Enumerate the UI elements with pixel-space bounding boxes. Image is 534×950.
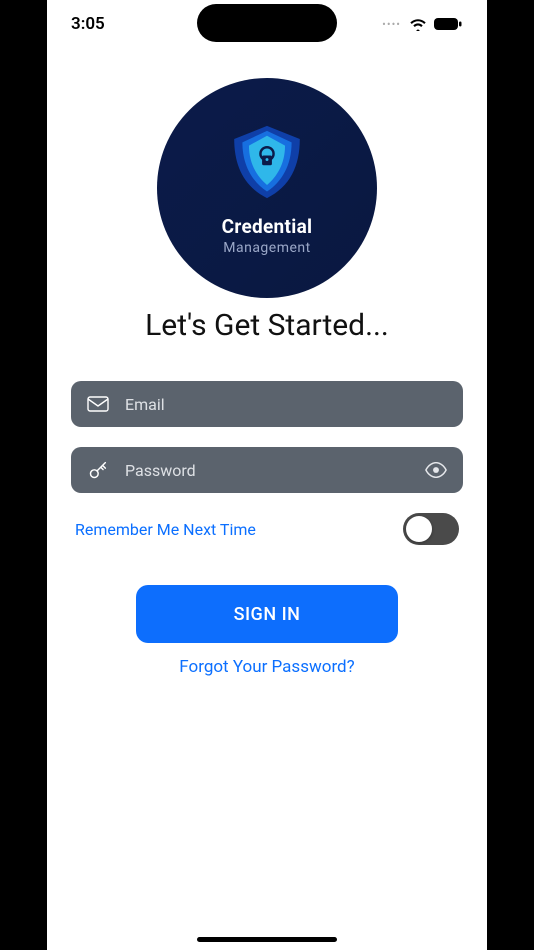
content: Credential Management Let's Get Started.… [47, 48, 487, 677]
key-icon [87, 459, 109, 481]
remember-label: Remember Me Next Time [75, 520, 256, 539]
email-row[interactable] [71, 381, 463, 427]
home-indicator[interactable] [197, 937, 337, 942]
remember-toggle[interactable] [403, 513, 459, 545]
page-heading: Let's Get Started... [145, 308, 389, 343]
battery-icon [433, 17, 463, 31]
remember-row: Remember Me Next Time [71, 513, 463, 545]
phone-screen: 3:05 •••• [47, 0, 487, 950]
login-form: Remember Me Next Time SIGN IN Forgot You… [67, 381, 467, 677]
shield-icon [226, 121, 308, 203]
password-input[interactable] [125, 461, 409, 480]
toggle-knob [406, 516, 432, 542]
forgot-password-link[interactable]: Forgot Your Password? [71, 657, 463, 677]
password-row[interactable] [71, 447, 463, 493]
eye-icon[interactable] [425, 459, 447, 481]
status-right: •••• [382, 17, 463, 31]
brand-subtitle: Management [223, 240, 310, 256]
status-time: 3:05 [71, 14, 105, 34]
email-input[interactable] [125, 395, 447, 414]
dynamic-island [197, 4, 337, 42]
brand-title: Credential [222, 215, 313, 238]
mail-icon [87, 393, 109, 415]
status-bar: 3:05 •••• [47, 0, 487, 48]
wifi-icon [409, 17, 427, 31]
app-logo: Credential Management [157, 78, 377, 298]
signin-button[interactable]: SIGN IN [136, 585, 398, 643]
cellular-icon: •••• [382, 18, 401, 31]
